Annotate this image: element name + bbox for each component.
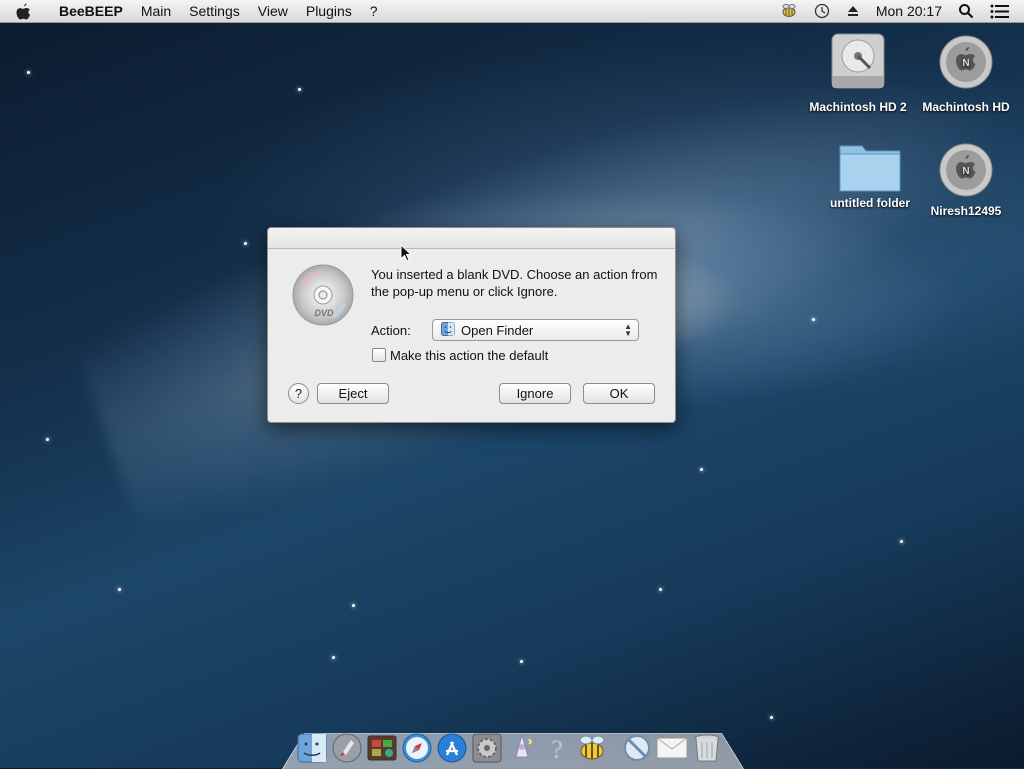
default-action-checkbox-label[interactable]: Make this action the default <box>390 348 548 363</box>
menu-view[interactable]: View <box>249 0 297 22</box>
trash-icon[interactable] <box>691 732 723 764</box>
desktop-icon-label: untitled folder <box>830 196 910 210</box>
svg-text:?: ? <box>551 735 563 763</box>
folder-icon <box>839 145 901 192</box>
system-preferences-icon[interactable] <box>471 732 503 764</box>
desktop-icon-niresh12495[interactable]: N Niresh12495 <box>916 140 1016 219</box>
apple-menu-icon[interactable] <box>16 3 38 20</box>
wizard-icon[interactable] <box>506 732 538 764</box>
launchpad-icon[interactable] <box>331 732 363 764</box>
star <box>298 88 301 91</box>
star <box>332 656 335 659</box>
svg-text:N: N <box>962 58 969 69</box>
popup-arrows-icon: ▲ ▼ <box>624 322 632 338</box>
blocked-icon[interactable] <box>621 732 653 764</box>
finder-icon[interactable] <box>296 732 328 764</box>
dialog-titlebar[interactable] <box>268 228 675 249</box>
desktop-icon-label: Machintosh HD 2 <box>809 100 907 114</box>
ignore-button[interactable]: Ignore <box>499 383 571 404</box>
dialog-message: You inserted a blank DVD. Choose an acti… <box>371 267 658 299</box>
ok-button[interactable]: OK <box>583 383 655 404</box>
star <box>118 588 121 591</box>
star <box>27 71 30 74</box>
star <box>659 588 662 591</box>
menu-clock[interactable]: Mon 20:17 <box>868 3 950 19</box>
action-label: Action: <box>371 323 411 338</box>
desktop-icon-machintosh-hd[interactable]: N Machintosh HD <box>916 30 1016 115</box>
menu-plugins[interactable]: Plugins <box>297 0 361 22</box>
dock: ? <box>296 724 746 764</box>
star <box>900 540 903 543</box>
desktop-icon-untitled-folder[interactable]: untitled folder <box>820 138 920 211</box>
time-machine-icon[interactable] <box>806 3 838 19</box>
menu-main[interactable]: Main <box>132 0 180 22</box>
hard-drive-icon <box>831 33 885 89</box>
star <box>700 468 703 471</box>
photo-booth-icon[interactable] <box>366 732 398 764</box>
action-popup-value: Open Finder <box>461 322 534 338</box>
menu-bar: BeeBEEP Main Settings View Plugins ? Mon… <box>0 0 1024 23</box>
desktop-icon-machintosh-hd-2[interactable]: Machintosh HD 2 <box>808 30 908 115</box>
safari-icon[interactable] <box>401 732 433 764</box>
dvd-disc-icon: DVD <box>292 264 354 331</box>
star <box>244 242 247 245</box>
beebeep-status-icon[interactable] <box>772 3 806 19</box>
star <box>352 604 355 607</box>
desktop-icon-label: Machintosh HD <box>922 100 1010 114</box>
action-popup[interactable]: Open Finder ▲ ▼ <box>432 319 639 341</box>
blank-dvd-dialog: DVD You inserted a blank DVD. Choose an … <box>267 227 676 423</box>
menu-extras: Mon 20:17 <box>772 0 1024 22</box>
star <box>520 660 523 663</box>
mouse-cursor-icon <box>400 243 413 267</box>
eject-button[interactable]: Eject <box>317 383 389 404</box>
disk-icon: N <box>939 143 993 197</box>
star <box>812 318 815 321</box>
help-button[interactable]: ? <box>288 383 309 404</box>
star <box>770 716 773 719</box>
menu-help[interactable]: ? <box>361 0 387 22</box>
menu-settings[interactable]: Settings <box>180 0 249 22</box>
star <box>46 438 49 441</box>
svg-text:N: N <box>962 166 969 177</box>
desktop-icon-label: Niresh12495 <box>930 204 1002 218</box>
default-action-checkbox[interactable] <box>372 348 386 362</box>
spotlight-search-icon[interactable] <box>950 3 982 19</box>
finder-icon <box>441 321 455 339</box>
mail-icon[interactable] <box>656 732 688 764</box>
menu-app-name[interactable]: BeeBEEP <box>50 0 132 22</box>
svg-text:DVD: DVD <box>314 308 334 318</box>
eject-icon[interactable] <box>838 4 868 18</box>
beebeep-icon[interactable] <box>576 732 608 764</box>
disk-icon: N <box>939 35 993 89</box>
app-store-icon[interactable] <box>436 732 468 764</box>
help-icon[interactable]: ? <box>541 732 573 764</box>
notification-center-icon[interactable] <box>982 4 1018 19</box>
